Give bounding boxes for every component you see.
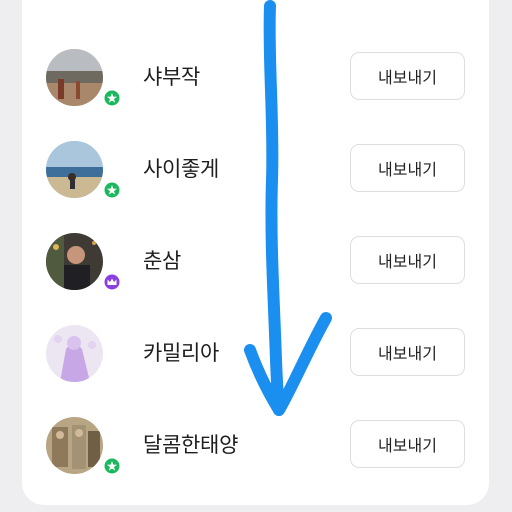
export-button[interactable]: 내보내기 (350, 52, 465, 100)
avatar[interactable] (46, 417, 103, 474)
member-name: 카밀리아 (143, 341, 220, 365)
list-item: 춘삼 내보내기 (22, 231, 489, 293)
avatar[interactable] (46, 141, 103, 198)
green-star-badge-icon (101, 455, 123, 477)
avatar[interactable] (46, 233, 103, 290)
member-name: 사이좋게 (143, 157, 220, 181)
list-item: 달콤한태양 내보내기 (22, 415, 489, 477)
purple-crown-badge-icon (101, 271, 123, 293)
list-item: 카밀리아 내보내기 (22, 323, 489, 383)
list-item: 사이좋게 내보내기 (22, 139, 489, 201)
export-button[interactable]: 내보내기 (350, 144, 465, 192)
member-list-card: 샤부작 내보내기 사이좋게 내보내기 춘삼 내보내기 카밀리아 내보내기 달콤한… (22, 0, 489, 505)
green-star-badge-icon (101, 87, 123, 109)
member-name: 샤부작 (143, 65, 201, 89)
export-button[interactable]: 내보내기 (350, 236, 465, 284)
avatar[interactable] (46, 49, 103, 106)
member-name: 춘삼 (143, 249, 182, 273)
member-name: 달콤한태양 (143, 433, 239, 457)
export-button[interactable]: 내보내기 (350, 420, 465, 468)
green-star-badge-icon (101, 179, 123, 201)
list-item: 샤부작 내보내기 (22, 47, 489, 109)
export-button[interactable]: 내보내기 (350, 328, 465, 376)
avatar[interactable] (46, 325, 103, 382)
